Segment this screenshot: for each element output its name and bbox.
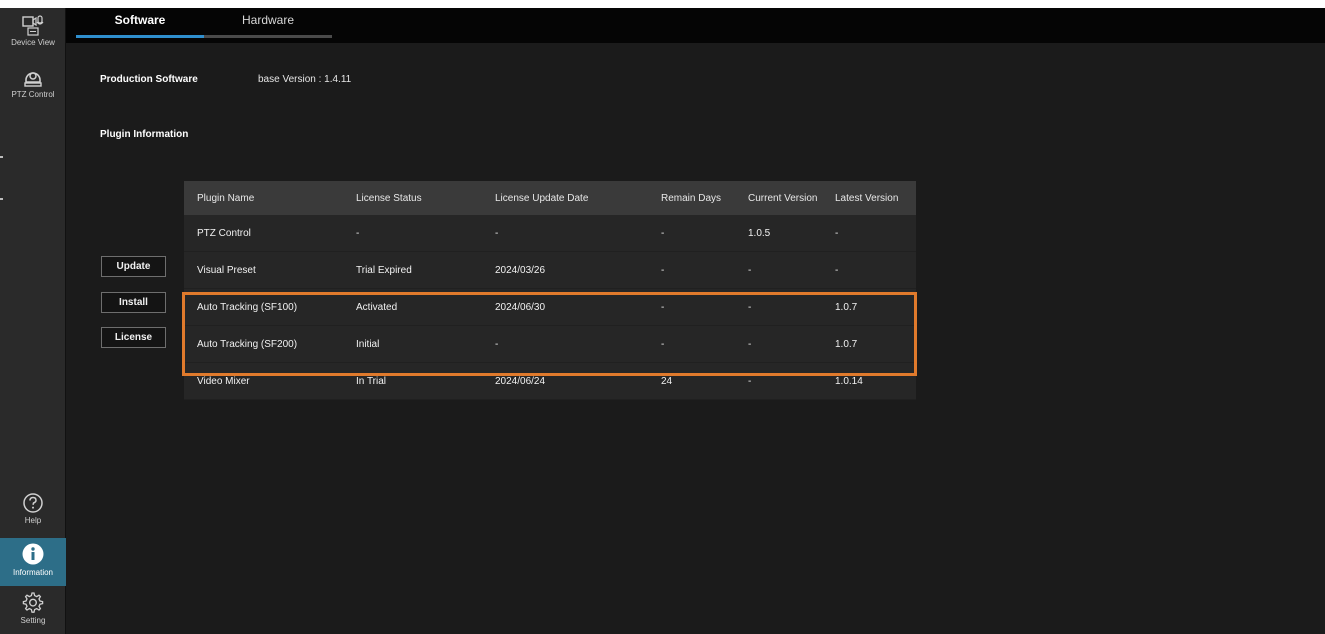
sidebar-item-help[interactable]: Help [0,492,66,525]
sidebar-item-information[interactable]: Information [0,538,66,586]
gear-icon [22,592,44,613]
table-cell: - [748,264,752,276]
sidebar-item-ptz-control[interactable]: PTZ Control [0,66,66,99]
sidebar-item-label: Help [24,516,42,525]
table-cell: - [356,227,360,239]
table-cell: 24 [661,375,673,387]
table-cell: - [835,227,839,239]
table-cell: Visual Preset [197,264,256,276]
table-cell: Trial Expired [356,264,412,276]
table-cell: - [661,227,665,239]
production-software-label: Production Software [100,74,198,85]
sidebar-item-setting[interactable]: Setting [0,592,66,625]
table-cell: - [661,264,665,276]
table-cell: Initial [356,338,380,350]
table-header: Plugin Name License Status License Updat… [184,181,916,215]
table-cell: - [835,264,839,276]
column-header: Plugin Name [197,192,255,204]
column-header: Latest Version [835,192,899,204]
license-button[interactable]: License [101,327,166,348]
sidebar-divider [0,198,3,200]
column-header: Current Version [748,192,818,204]
column-header: License Update Date [495,192,589,204]
table-cell: Auto Tracking (SF200) [197,338,298,350]
update-button[interactable]: Update [101,256,166,277]
table-cell: 1.0.7 [835,338,858,350]
table-cell: - [495,338,499,350]
table-cell: 2024/06/30 [495,301,546,313]
sidebar-item-label: Information [12,568,54,577]
tab-indicator [204,35,332,38]
table-cell: - [661,301,665,313]
sidebar-item-label: PTZ Control [11,90,55,99]
table-cell: Video Mixer [197,375,250,387]
table-cell: PTZ Control [197,227,251,239]
table-cell: - [748,338,752,350]
main-content: Production Software base Version : 1.4.1… [66,43,1325,634]
table-cell: - [748,375,752,387]
tab-software[interactable]: Software [76,8,204,36]
table-cell: 1.0.7 [835,301,858,313]
info-icon [22,543,44,565]
tab-hardware[interactable]: Hardware [204,8,332,36]
sidebar-divider [0,156,3,158]
table-cell: Activated [356,301,398,313]
plugin-information-label: Plugin Information [100,129,189,140]
column-header: Remain Days [661,192,722,204]
table-cell: - [748,301,752,313]
plugin-table: Plugin Name License Status License Updat… [184,181,916,400]
sidebar-item-label: Device View [11,38,55,47]
help-icon [23,493,43,513]
sidebar-item-device-view[interactable]: Device View [0,14,66,47]
table-row[interactable]: PTZ Control - - - 1.0.5 - [184,215,916,252]
tab-bar: Software Hardware [66,8,1325,43]
install-button[interactable]: Install [101,292,166,313]
column-header: License Status [356,192,422,204]
table-cell: 1.0.14 [835,375,863,387]
sidebar: Device View PTZ Control Help Information [0,8,66,634]
table-cell: Auto Tracking (SF100) [197,301,298,313]
table-cell: 2024/06/24 [495,375,546,387]
table-row[interactable]: Auto Tracking (SF100) Activated 2024/06/… [184,289,916,326]
table-row[interactable]: Auto Tracking (SF200) Initial - - - 1.0.… [184,326,916,363]
active-tab-indicator [76,35,204,38]
table-cell: - [661,338,665,350]
table-cell: - [495,227,499,239]
device-view-icon [22,15,44,36]
base-version-text: base Version : 1.4.11 [258,74,352,85]
table-cell: 1.0.5 [748,227,771,239]
table-cell: In Trial [356,375,387,387]
sidebar-item-label: Setting [20,616,46,625]
table-row[interactable]: Video Mixer In Trial 2024/06/24 24 - 1.0… [184,363,916,400]
ptz-camera-icon [24,72,42,87]
table-cell: 2024/03/26 [495,264,546,276]
table-row[interactable]: Visual Preset Trial Expired 2024/03/26 -… [184,252,916,289]
